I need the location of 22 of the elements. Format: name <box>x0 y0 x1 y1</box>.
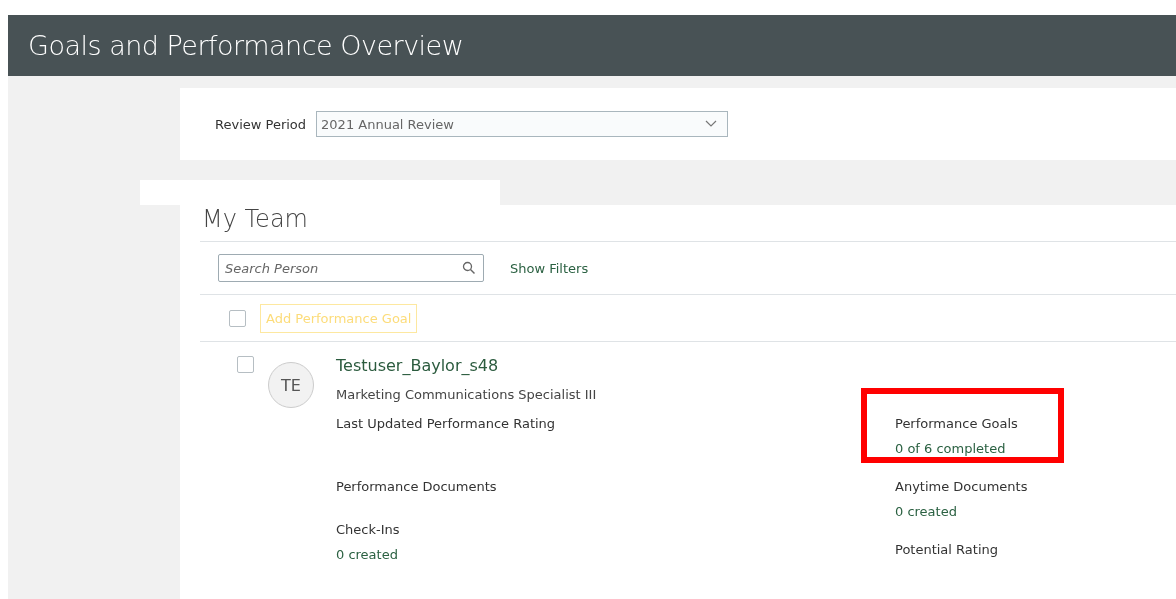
metric-label: Performance Documents <box>336 479 498 494</box>
review-period-select[interactable]: 2021 Annual Review <box>316 111 729 137</box>
metric-label: Check-Ins <box>336 522 401 537</box>
job-title: Marketing Communications Specialist III <box>336 387 598 402</box>
chevron-down-icon <box>705 120 718 128</box>
row-checkbox[interactable] <box>237 356 254 373</box>
metric-label: Performance Goals <box>895 416 1019 431</box>
metric-link[interactable]: 0 of 6 completed <box>895 441 1176 456</box>
person-name-link[interactable]: Testuser_Baylor_s48 <box>336 356 1176 375</box>
metric-link[interactable]: 0 created <box>336 547 895 562</box>
metric-label: Last Updated Performance Rating <box>336 416 557 431</box>
section-title: My Team <box>201 205 309 235</box>
search-icon <box>462 261 476 275</box>
metric-link[interactable]: 0 created <box>895 504 1176 519</box>
page-title: Goals and Performance Overview <box>28 30 464 61</box>
metric-label: Anytime Documents <box>895 479 1029 494</box>
metric-label: Potential Rating <box>895 542 999 557</box>
select-all-checkbox[interactable] <box>229 309 246 327</box>
avatar: TE <box>268 362 314 408</box>
show-filters-link[interactable]: Show Filters <box>510 260 589 276</box>
search-field[interactable]: Search Person <box>218 254 484 282</box>
field-label: Review Period <box>215 116 307 132</box>
